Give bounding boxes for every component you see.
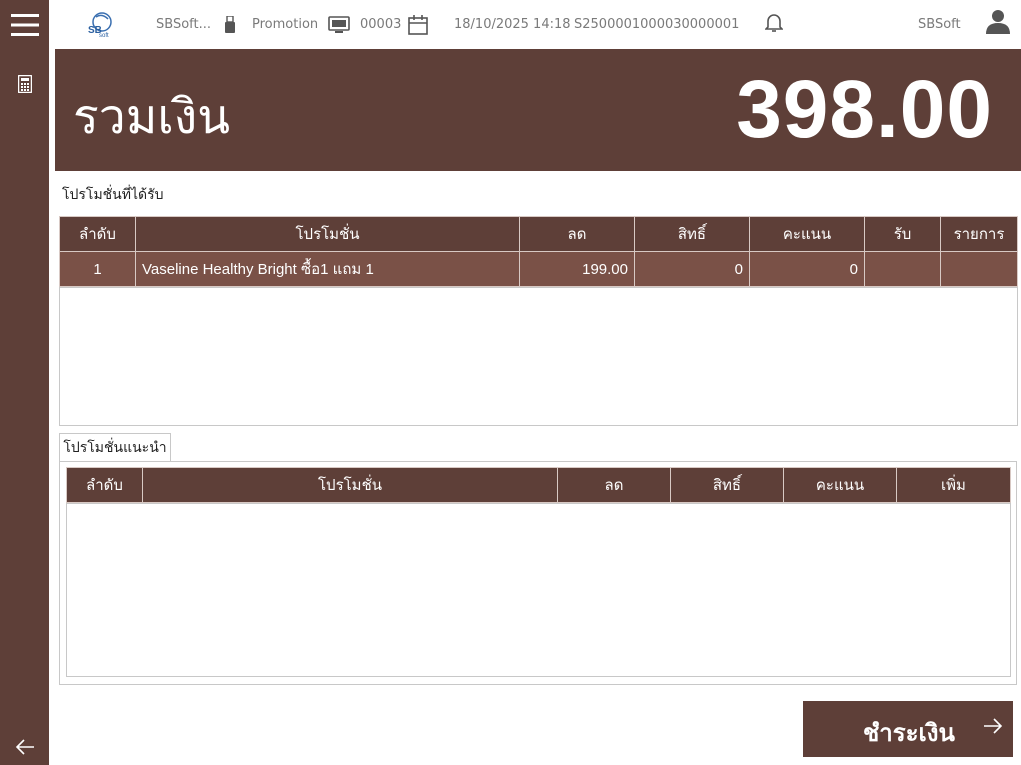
back-button[interactable]	[0, 732, 49, 765]
cell-items[interactable]	[940, 251, 1018, 287]
total-label: รวมเงิน	[73, 89, 231, 145]
column-header-no[interactable]: ลำดับ	[59, 216, 136, 252]
user-icon	[985, 9, 1011, 39]
notification-button[interactable]	[763, 12, 785, 38]
tab-suggested-promotions[interactable]: โปรโมชั่นแนะนำ	[59, 433, 171, 462]
column-header-discount[interactable]: ลด	[519, 216, 635, 252]
cell-points: 0	[749, 251, 865, 287]
table-header-row: ลำดับ โปรโมชั่น ลด สิทธิ์ คะแนน เพิ่ม	[66, 467, 1011, 503]
cell-rights: 0	[634, 251, 750, 287]
calendar-icon	[406, 12, 430, 38]
cell-discount: 199.00	[519, 251, 635, 287]
received-promotions-title: โปรโมชั่นที่ได้รับ	[62, 187, 164, 203]
column-header-no[interactable]: ลำดับ	[66, 467, 143, 503]
bell-icon	[764, 13, 784, 37]
column-header-promotion[interactable]: โปรโมชั่น	[142, 467, 558, 503]
company-name: SBSoft...	[156, 17, 211, 32]
cell-receive[interactable]	[864, 251, 941, 287]
column-header-rights[interactable]: สิทธิ์	[670, 467, 784, 503]
total-banner: รวมเงิน 398.00	[55, 49, 1021, 171]
suggested-promotions-table: ลำดับ โปรโมชั่น ลด สิทธิ์ คะแนน เพิ่ม	[66, 467, 1011, 503]
column-header-discount[interactable]: ลด	[557, 467, 671, 503]
pay-button[interactable]: ชำระเงิน	[803, 701, 1013, 757]
cell-no: 1	[59, 251, 136, 287]
svg-text:soft: soft	[99, 33, 109, 39]
monitor-icon	[327, 12, 351, 38]
sbsoft-logo: SB soft	[83, 10, 115, 40]
usb-icon	[221, 12, 239, 38]
column-header-points[interactable]: คะแนน	[783, 467, 897, 503]
table-row[interactable]: 1 Vaseline Healthy Bright ซื้อ1 แถม 1 19…	[59, 251, 1018, 287]
calculator-icon	[17, 74, 32, 97]
top-bar: SB soft SBSoft... Promotion 00003 18/10/2…	[49, 0, 1021, 49]
user-name: SBSoft	[918, 17, 961, 32]
column-header-receive[interactable]: รับ	[864, 216, 941, 252]
arrow-left-icon	[15, 738, 35, 760]
menu-button[interactable]	[0, 8, 49, 46]
table-header-row: ลำดับ โปรโมชั่น ลด สิทธิ์ คะแนน รับ รายก…	[59, 216, 1018, 252]
document-number: S2500001000030000001	[574, 17, 740, 32]
pay-button-label: ชำระเงิน	[863, 719, 955, 747]
column-header-add[interactable]: เพิ่ม	[896, 467, 1011, 503]
left-rail	[0, 0, 49, 765]
total-amount: 398.00	[736, 64, 993, 155]
cell-promotion: Vaseline Healthy Bright ซื้อ1 แถม 1	[135, 251, 520, 287]
column-header-items[interactable]: รายการ	[940, 216, 1018, 252]
column-header-promotion[interactable]: โปรโมชั่น	[135, 216, 520, 252]
arrow-right-icon	[983, 717, 1003, 739]
column-header-points[interactable]: คะแนน	[749, 216, 865, 252]
terminal-number: 00003	[360, 17, 402, 32]
calculator-button[interactable]	[0, 72, 49, 100]
received-promotions-table: ลำดับ โปรโมชั่น ลด สิทธิ์ คะแนน รับ รายก…	[59, 216, 1018, 287]
module-label: Promotion	[252, 17, 319, 32]
datetime: 18/10/2025 14:18	[454, 17, 571, 32]
received-promotions-empty-area	[59, 287, 1018, 426]
hamburger-menu-icon	[10, 13, 39, 41]
suggested-promotions-empty-area	[66, 503, 1011, 677]
user-button[interactable]	[983, 10, 1013, 38]
column-header-rights[interactable]: สิทธิ์	[634, 216, 750, 252]
